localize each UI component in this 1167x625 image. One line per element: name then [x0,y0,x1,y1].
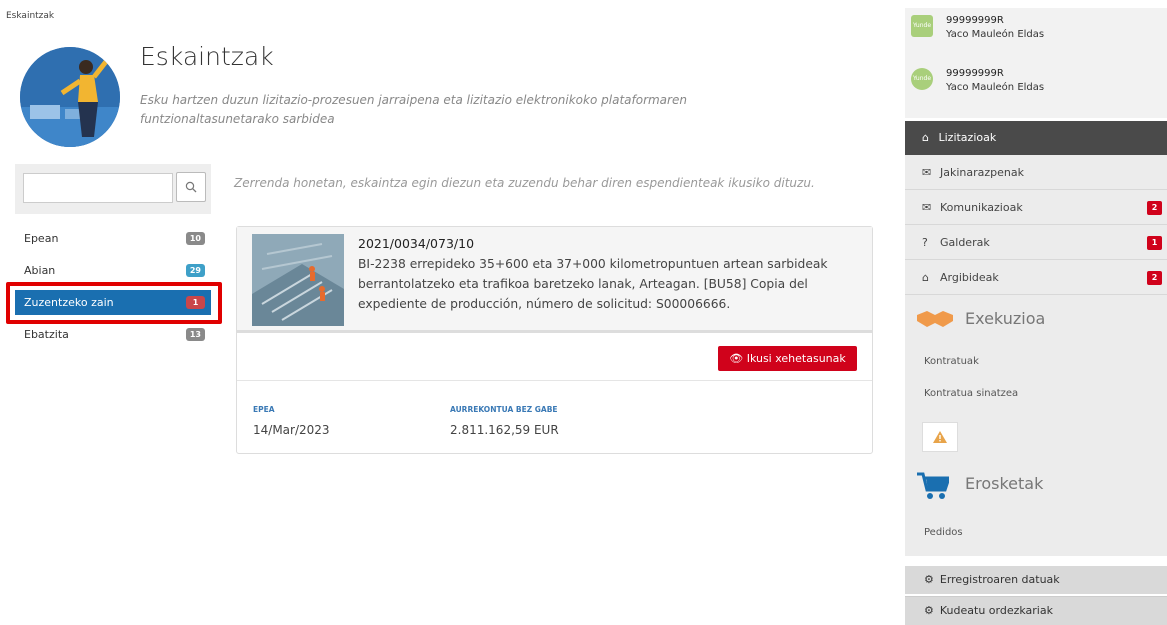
menu-header-lizitazioak[interactable]: ⌂ Lizitazioak [905,121,1167,155]
status-label: Epean [24,232,59,245]
menu-header-label: Lizitazioak [938,131,997,144]
section-purchases[interactable]: Erosketak [905,460,1167,510]
menu-item-kontratuak[interactable]: Kontratuak [905,345,1167,379]
menu-item-galderak[interactable]: ? Galderak 1 [905,225,1167,260]
section-purchases-title: Erosketak [965,474,1044,493]
section-execution-title: Exekuzioa [965,309,1046,328]
deadline-value: 14/Mar/2023 [253,423,330,437]
gear-icon: ⚙ [924,604,934,617]
offer-thumbnail [252,234,344,326]
cart-icon [917,472,949,499]
status-label: Abian [24,264,56,277]
page-title: Eskaintzak [140,42,274,71]
menu-item-komunikazioak[interactable]: ✉ Komunikazioak 2 [905,190,1167,225]
footer-item-label: Erregistroaren datuak [939,573,1060,586]
menu-item-label: Argibideak [940,271,999,284]
menu-item-argibideak[interactable]: ⌂ Argibideak 2 [905,260,1167,295]
offer-code[interactable]: 2021/0034/073/10 [358,236,474,251]
menu-item-manage-representatives[interactable]: ⚙ Kudeatu ordezkariak [905,596,1167,625]
breadcrumb[interactable]: Eskaintzak [6,11,54,21]
budget-value: 2.811.162,59 EUR [450,423,559,437]
gear-icon: ⚙ [924,573,934,586]
handshake-icon [917,311,953,327]
search-input[interactable] [23,173,173,203]
warning-button[interactable] [922,422,958,452]
status-item-epean[interactable]: Epean 10 [15,226,211,251]
eye-icon: 👁 [729,352,744,365]
user-panel: Yunde 99999999R Yaco Mauleón Eldas Yunde… [905,8,1167,118]
list-intro-text: Zerrenda honetan, eskaintza egin diezun … [234,176,815,190]
status-item-ebatzita[interactable]: Ebatzita 13 [15,322,211,347]
menu-item-label: Jakinarazpenak [940,166,1024,179]
page-description: Esku hartzen duzun lizitazio-prozesuen j… [140,93,687,126]
count-badge: 1 [1147,236,1162,250]
search-panel [15,164,211,214]
menu-item-label: Komunikazioak [940,201,1023,214]
warning-icon [933,431,947,443]
count-badge: 2 [1147,201,1162,215]
menu-list: ✉ Jakinarazpenak ✉ Komunikazioak 2 ? Galder… [905,155,1167,295]
user-id: 99999999R [946,68,1004,79]
hero-illustration [20,47,120,147]
envelope-icon: ✉ [922,166,932,179]
selection-highlight [6,282,222,324]
search-icon [185,181,197,193]
offer-card: 2021/0034/073/10 BI-2238 errepideko 35+6… [236,226,873,454]
menu-item-jakinarazpenak[interactable]: ✉ Jakinarazpenak [905,155,1167,190]
question-icon: ? [922,236,928,249]
footer-item-label: Kudeatu ordezkariak [939,604,1053,617]
status-label: Ebatzita [24,328,69,341]
view-details-button[interactable]: 👁 Ikusi xehetasunak [718,346,857,371]
envelope-icon: ✉ [922,201,932,214]
inbox-icon: ⌂ [922,131,929,144]
user-name: Yaco Mauleón Eldas [946,82,1045,93]
section-execution[interactable]: Exekuzioa [905,295,1167,345]
view-details-label: Ikusi xehetasunak [746,352,846,365]
menu-item-label: Galderak [940,236,990,249]
card-divider [237,380,872,381]
status-item-abian[interactable]: Abian 29 [15,258,211,283]
inbox-icon: ⌂ [922,271,929,284]
user-id: 99999999R [946,15,1004,26]
status-count-badge: 13 [185,328,205,341]
status-count-badge: 29 [185,264,205,277]
avatar: Yunde [911,15,933,37]
menu-item-registration-data[interactable]: ⚙ Erregistroaren datuak [905,566,1167,594]
user-name: Yaco Mauleón Eldas [946,29,1045,40]
budget-label: AURREKONTUA BEZ GABE [450,405,558,414]
menu-item-kontratua-sinatzea[interactable]: Kontratua sinatzea [905,379,1167,409]
count-badge: 2 [1147,271,1162,285]
menu-item-pedidos[interactable]: Pedidos [905,510,1167,556]
status-count-badge: 10 [185,232,205,245]
search-button[interactable] [176,172,206,202]
avatar: Yunde [911,68,933,90]
offer-card-header: 2021/0034/073/10 BI-2238 errepideko 35+6… [237,227,872,333]
offer-description: BI-2238 errepideko 35+600 eta 37+000 kil… [358,257,828,311]
deadline-label: EPEA [253,405,275,414]
